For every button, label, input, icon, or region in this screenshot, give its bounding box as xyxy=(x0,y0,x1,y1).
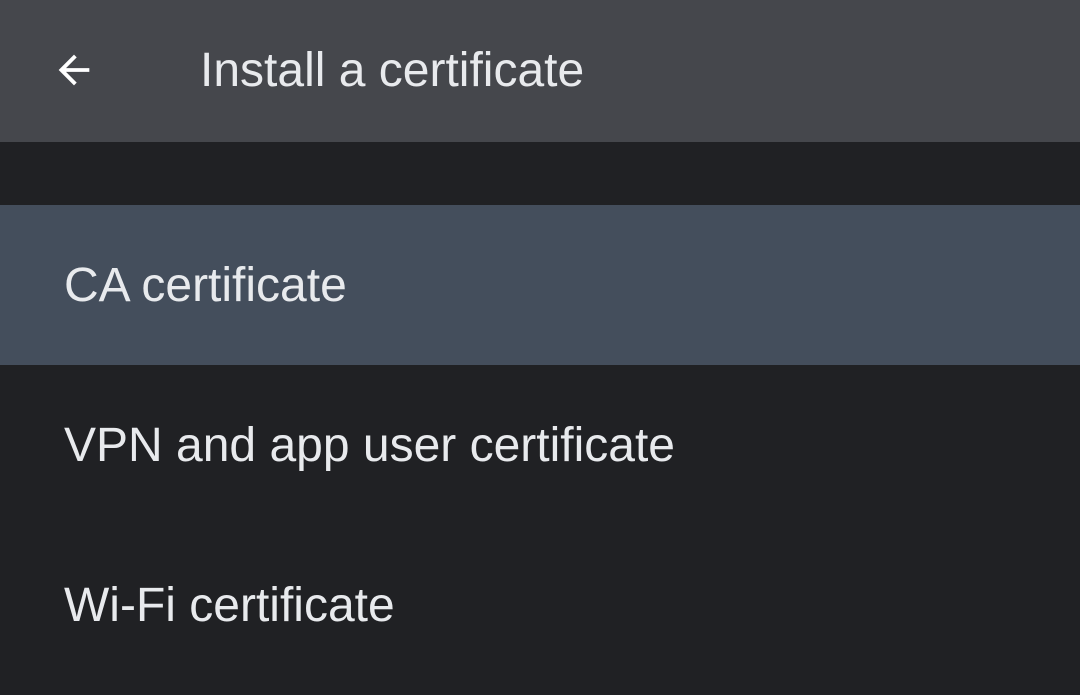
list-item-wifi-certificate[interactable]: Wi-Fi certificate xyxy=(0,525,1080,685)
list-item-vpn-app-user-certificate[interactable]: VPN and app user certificate xyxy=(0,365,1080,525)
list-item-ca-certificate[interactable]: CA certificate xyxy=(0,205,1080,365)
page-title: Install a certificate xyxy=(200,44,585,97)
arrow-back-icon xyxy=(58,54,90,86)
app-bar: Install a certificate xyxy=(0,0,1080,142)
install-certificate-screen: Install a certificate CA certificate VPN… xyxy=(0,0,1080,695)
back-button[interactable] xyxy=(42,35,106,105)
certificate-type-list: CA certificate VPN and app user certific… xyxy=(0,205,1080,685)
